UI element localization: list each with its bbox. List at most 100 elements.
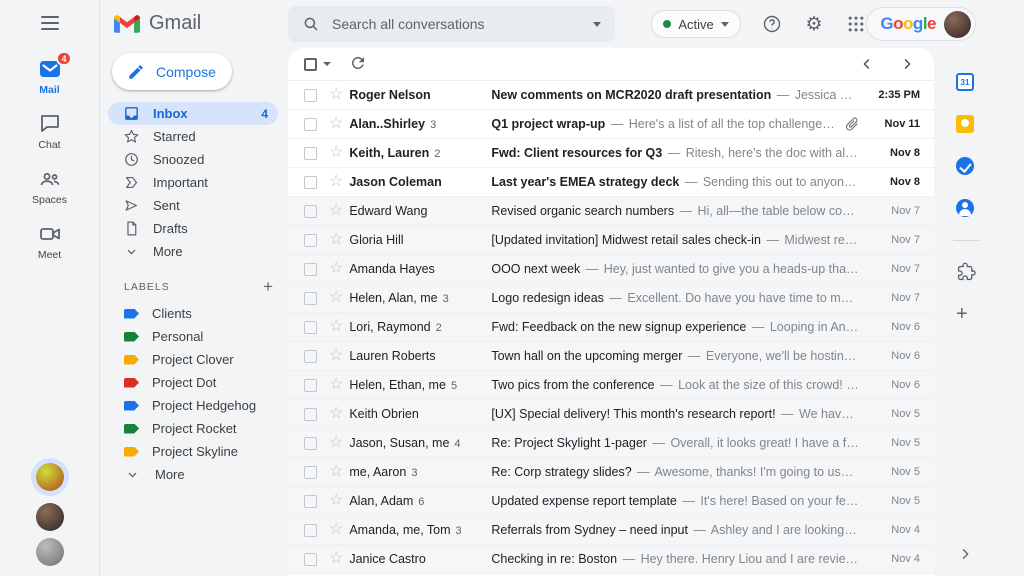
email-row[interactable]: ☆ Helen, Ethan, me 5 Two pics from the c… bbox=[288, 371, 934, 400]
row-checkbox[interactable] bbox=[304, 408, 317, 421]
row-checkbox[interactable] bbox=[304, 321, 317, 334]
row-checkbox[interactable] bbox=[304, 466, 317, 479]
account-avatar[interactable] bbox=[944, 11, 971, 38]
row-checkbox[interactable] bbox=[304, 89, 317, 102]
avatar[interactable] bbox=[36, 538, 64, 566]
star-icon[interactable]: ☆ bbox=[329, 116, 343, 132]
star-icon[interactable]: ☆ bbox=[329, 493, 343, 509]
email-row[interactable]: ☆ Gloria Hill [Updated invitation] Midwe… bbox=[288, 226, 934, 255]
label-item[interactable]: Project Rocket bbox=[100, 417, 288, 440]
calendar-icon[interactable]: 31 bbox=[956, 61, 979, 103]
star-icon[interactable]: ☆ bbox=[329, 290, 343, 306]
row-checkbox[interactable] bbox=[304, 524, 317, 537]
sidebar-item[interactable]: Drafts bbox=[108, 217, 278, 240]
email-row[interactable]: ☆ Roger Nelson New comments on MCR2020 d… bbox=[288, 81, 934, 110]
row-checkbox[interactable] bbox=[304, 553, 317, 566]
star-icon[interactable]: ☆ bbox=[329, 522, 343, 538]
row-checkbox[interactable] bbox=[304, 205, 317, 218]
star-icon[interactable]: ☆ bbox=[329, 348, 343, 364]
plus-icon[interactable]: + bbox=[956, 293, 979, 335]
star-icon[interactable]: ☆ bbox=[329, 145, 343, 161]
star-icon[interactable]: ☆ bbox=[329, 406, 343, 422]
rail-item[interactable]: Meet bbox=[0, 215, 99, 270]
label-item[interactable]: Clients bbox=[100, 302, 288, 325]
refresh-button[interactable] bbox=[349, 54, 369, 74]
label-item[interactable]: Personal bbox=[100, 325, 288, 348]
star-icon[interactable]: ☆ bbox=[329, 174, 343, 190]
help-button[interactable] bbox=[762, 12, 783, 36]
email-row[interactable]: ☆ Jason, Susan, me 4 Re: Project Skyligh… bbox=[288, 429, 934, 458]
star-icon[interactable]: ☆ bbox=[329, 87, 343, 103]
puzzle-icon[interactable] bbox=[956, 251, 979, 293]
label-item[interactable]: Project Hedgehog bbox=[100, 394, 288, 417]
rail-item[interactable]: Spaces bbox=[0, 160, 99, 215]
keep-icon[interactable] bbox=[956, 103, 979, 145]
collapse-panel-button[interactable] bbox=[956, 545, 974, 563]
email-row[interactable]: ☆ Alan, Adam 6 Updated expense report te… bbox=[288, 487, 934, 516]
email-row[interactable]: ☆ Janice Castro Checking in re: Boston —… bbox=[288, 545, 934, 574]
email-row[interactable]: ☆ Edward Wang Revised organic search num… bbox=[288, 197, 934, 226]
email-row[interactable]: ☆ Keith, Lauren 2 Fwd: Client resources … bbox=[288, 139, 934, 168]
older-page-button[interactable] bbox=[898, 55, 916, 73]
rail-item[interactable]: Chat bbox=[0, 105, 99, 160]
row-checkbox[interactable] bbox=[304, 292, 317, 305]
newer-page-button[interactable] bbox=[858, 55, 876, 73]
row-checkbox[interactable] bbox=[304, 495, 317, 508]
star-icon[interactable]: ☆ bbox=[329, 319, 343, 335]
google-account-pill[interactable]: Google bbox=[866, 7, 976, 41]
row-checkbox[interactable] bbox=[304, 350, 317, 363]
email-row[interactable]: ☆ Alan..Shirley 3 Q1 project wrap-up — H… bbox=[288, 110, 934, 139]
row-checkbox[interactable] bbox=[304, 234, 317, 247]
email-row[interactable]: ☆ Keith Obrien [UX] Special delivery! Th… bbox=[288, 400, 934, 429]
rail-item[interactable]: 4 Mail bbox=[0, 50, 99, 105]
labels-more[interactable]: More bbox=[100, 463, 288, 486]
avatar[interactable] bbox=[36, 503, 64, 531]
compose-button[interactable]: Compose bbox=[112, 53, 232, 90]
sidebar-item[interactable]: Snoozed bbox=[108, 148, 278, 171]
label-item[interactable]: Project Skyline bbox=[100, 440, 288, 463]
row-checkbox[interactable] bbox=[304, 437, 317, 450]
star-icon[interactable]: ☆ bbox=[329, 377, 343, 393]
row-checkbox[interactable] bbox=[304, 263, 317, 276]
email-snippet: Hi, all—the table below contains the rev… bbox=[698, 204, 860, 218]
select-options-caret-icon[interactable] bbox=[323, 62, 331, 66]
email-row[interactable]: ☆ Amanda Hayes OOO next week — Hey, just… bbox=[288, 255, 934, 284]
search-options-caret-icon[interactable] bbox=[593, 22, 601, 27]
sidebar-item[interactable]: Important bbox=[108, 171, 278, 194]
row-checkbox[interactable] bbox=[304, 147, 317, 160]
avatar[interactable] bbox=[36, 463, 64, 491]
label-item[interactable]: Project Dot bbox=[100, 371, 288, 394]
sidebar-item[interactable]: More bbox=[108, 240, 278, 263]
email-row[interactable]: ☆ me, Aaron 3 Re: Corp strategy slides? … bbox=[288, 458, 934, 487]
email-row[interactable]: ☆ Lori, Raymond 2 Fwd: Feedback on the n… bbox=[288, 313, 934, 342]
tasks-icon[interactable] bbox=[956, 145, 979, 187]
email-subject: Updated expense report template bbox=[491, 494, 677, 508]
contacts-icon[interactable] bbox=[956, 187, 979, 229]
chevron-right-icon bbox=[956, 545, 974, 563]
star-icon[interactable]: ☆ bbox=[329, 435, 343, 451]
sidebar-item[interactable]: Starred bbox=[108, 125, 278, 148]
sidebar-item[interactable]: Sent bbox=[108, 194, 278, 217]
status-selector[interactable]: Active bbox=[651, 10, 740, 38]
star-icon[interactable]: ☆ bbox=[329, 551, 343, 567]
email-row[interactable]: ☆ Amanda, me, Tom 3 Referrals from Sydne… bbox=[288, 516, 934, 545]
email-row[interactable]: ☆ Jason Coleman Last year's EMEA strateg… bbox=[288, 168, 934, 197]
select-all-checkbox[interactable] bbox=[304, 58, 317, 71]
row-checkbox[interactable] bbox=[304, 118, 317, 131]
add-label-button[interactable]: + bbox=[263, 278, 274, 295]
star-icon[interactable]: ☆ bbox=[329, 464, 343, 480]
labels-list: Clients Personal Project Clover Project … bbox=[100, 302, 288, 463]
star-icon[interactable]: ☆ bbox=[329, 261, 343, 277]
sidebar-item[interactable]: Inbox 4 bbox=[108, 102, 278, 125]
search-input[interactable]: Search all conversations bbox=[288, 6, 615, 42]
row-checkbox[interactable] bbox=[304, 176, 317, 189]
apps-grid-button[interactable] bbox=[846, 12, 867, 36]
label-item[interactable]: Project Clover bbox=[100, 348, 288, 371]
star-icon[interactable]: ☆ bbox=[329, 203, 343, 219]
main-menu-button[interactable] bbox=[0, 0, 99, 46]
email-row[interactable]: ☆ Lauren Roberts Town hall on the upcomi… bbox=[288, 342, 934, 371]
row-checkbox[interactable] bbox=[304, 379, 317, 392]
email-row[interactable]: ☆ Helen, Alan, me 3 Logo redesign ideas … bbox=[288, 284, 934, 313]
settings-button[interactable]: ⚙ bbox=[804, 12, 825, 36]
star-icon[interactable]: ☆ bbox=[329, 232, 343, 248]
